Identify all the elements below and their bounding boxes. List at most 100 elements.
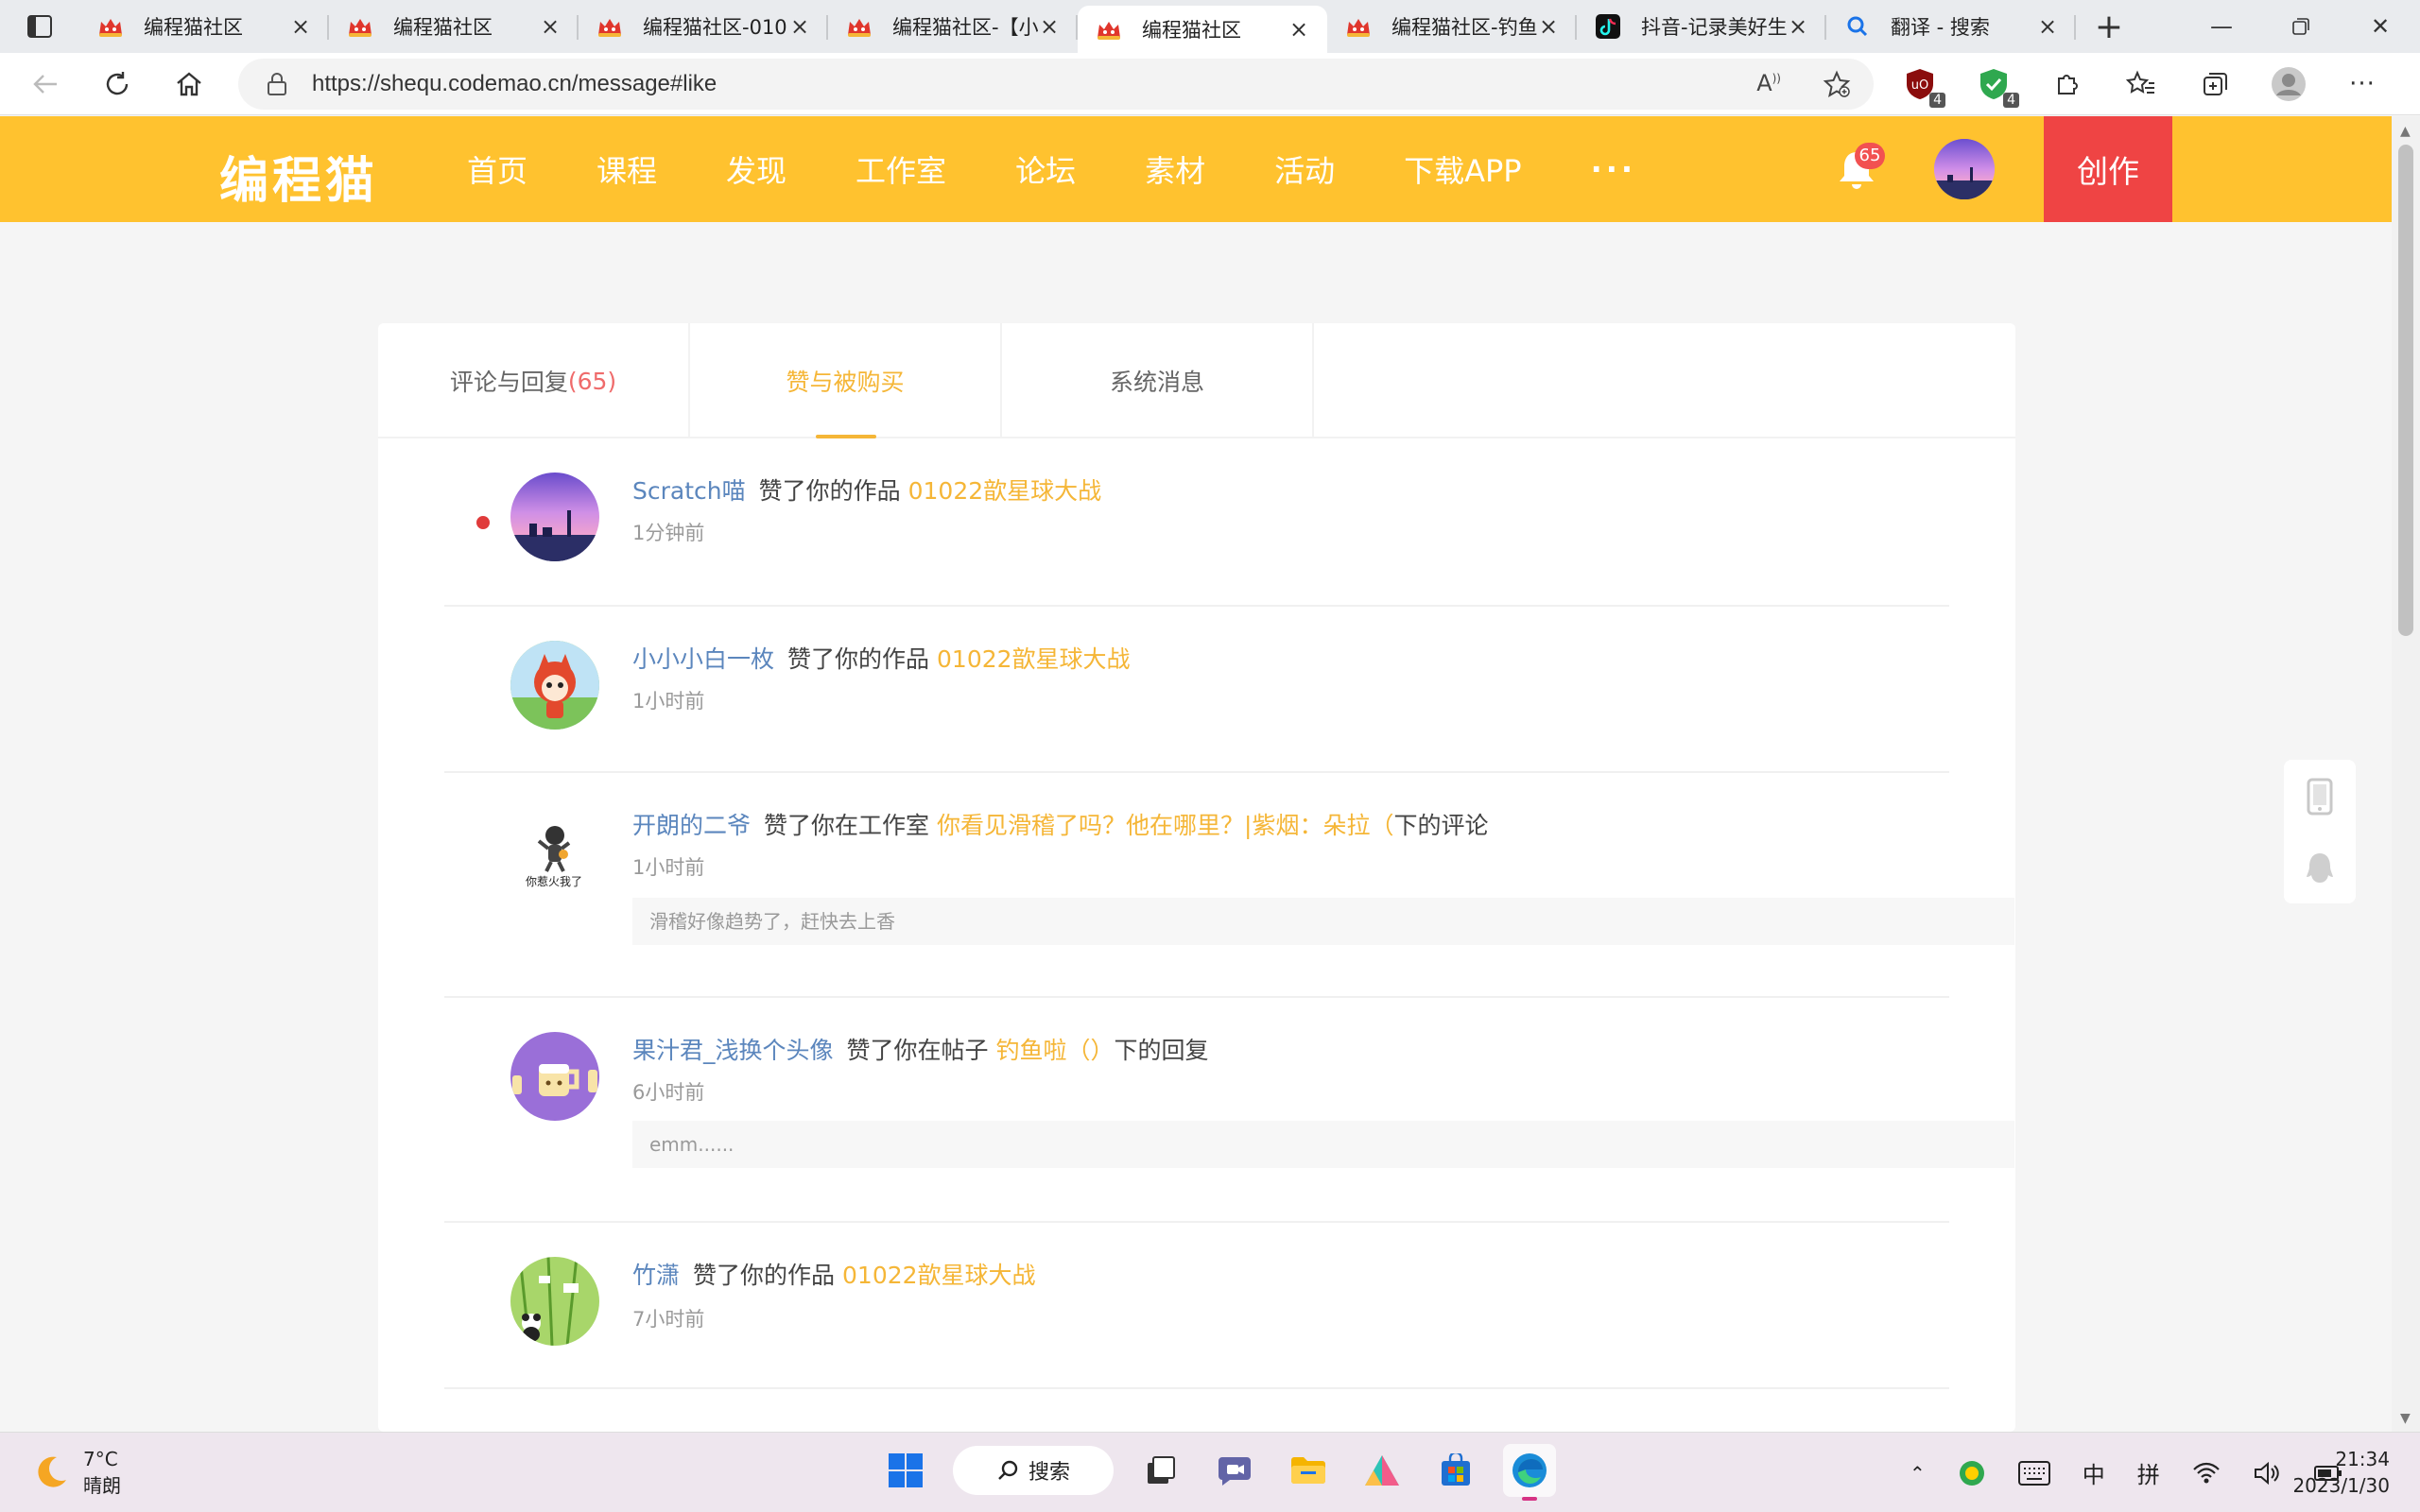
- browser-tab[interactable]: 编程猫社区-钓鱼 ×: [1327, 0, 1577, 53]
- nav-item[interactable]: 首页: [467, 147, 527, 191]
- site-header: 编程猫 首页 课程 发现 工作室 论坛 素材 活动 下载APP ··· 65 创作: [0, 116, 2392, 222]
- edge-icon: [1512, 1453, 1547, 1487]
- more-dots-icon: ···: [2349, 70, 2376, 98]
- browser-tab[interactable]: 编程猫社区 ×: [1078, 6, 1327, 53]
- qq-icon[interactable]: [2305, 851, 2335, 885]
- scrollbar-thumb[interactable]: [2398, 145, 2413, 636]
- tab-system-messages[interactable]: 系统消息: [1002, 323, 1314, 438]
- task-view-icon: [1148, 1456, 1175, 1484]
- ime-language[interactable]: 中: [2083, 1456, 2105, 1489]
- nav-item[interactable]: 活动: [1274, 147, 1335, 191]
- username-link[interactable]: 小小小白一枚: [632, 645, 774, 673]
- favorites-button[interactable]: [2121, 64, 2161, 104]
- tab-comments-replies[interactable]: 评论与回复 (65): [378, 323, 690, 438]
- browser-tab[interactable]: 翻译 - 搜索 ×: [1826, 0, 2076, 53]
- app-button[interactable]: [1356, 1444, 1409, 1497]
- close-tab-icon[interactable]: ×: [1288, 16, 1310, 43]
- message-line: Scratch喵 赞了你的作品 01022歆星球大战: [632, 472, 1101, 507]
- nav-item[interactable]: 工作室: [856, 147, 946, 191]
- collections-button[interactable]: [2195, 64, 2235, 104]
- browser-tab[interactable]: 编程猫社区-010 ×: [579, 0, 828, 53]
- username-link[interactable]: 开朗的二爷: [632, 812, 751, 839]
- tray-overflow-icon[interactable]: ⌃: [1910, 1462, 1926, 1485]
- avatar[interactable]: [510, 641, 599, 730]
- task-view-button[interactable]: [1134, 1444, 1187, 1497]
- edge-browser-button[interactable]: [1503, 1444, 1556, 1501]
- back-button[interactable]: [9, 58, 81, 111]
- minimize-button[interactable]: —: [2182, 0, 2261, 53]
- nav-item[interactable]: 素材: [1145, 147, 1205, 191]
- post-link[interactable]: 钓鱼啦（）: [996, 1037, 1115, 1064]
- avatar[interactable]: [510, 1032, 599, 1121]
- restore-button[interactable]: [2261, 0, 2341, 53]
- taskbar-search[interactable]: 搜索: [953, 1446, 1114, 1495]
- clock[interactable]: 21:34 2023/1/30: [2292, 1446, 2390, 1499]
- tray-app-icon[interactable]: [1958, 1459, 1986, 1487]
- browser-tab[interactable]: 编程猫社区-【小 ×: [828, 0, 1078, 53]
- username-link[interactable]: 竹潇: [632, 1262, 680, 1289]
- wifi-icon[interactable]: [2192, 1462, 2221, 1485]
- mobile-app-icon[interactable]: [2307, 778, 2333, 816]
- site-logo[interactable]: 编程猫: [219, 141, 378, 212]
- close-tab-icon[interactable]: ×: [2036, 13, 2059, 40]
- refresh-button[interactable]: [81, 58, 153, 111]
- close-tab-icon[interactable]: ×: [539, 13, 562, 40]
- teams-chat-button[interactable]: [1208, 1444, 1261, 1497]
- address-bar[interactable]: https://shequ.codemao.cn/message#like A)…: [238, 59, 1874, 110]
- browser-tab[interactable]: 抖音-记录美好生 ×: [1577, 0, 1826, 53]
- work-link[interactable]: 01022歆星球大战: [937, 645, 1131, 673]
- start-button[interactable]: [879, 1444, 932, 1497]
- create-button[interactable]: 创作: [2044, 116, 2172, 222]
- volume-icon[interactable]: [2253, 1461, 2281, 1486]
- read-aloud-icon[interactable]: A)): [1756, 70, 1781, 98]
- profile-button[interactable]: [2269, 64, 2308, 104]
- codemao-favicon-icon: [1098, 22, 1120, 40]
- avatar[interactable]: [510, 1257, 599, 1346]
- close-tab-icon[interactable]: ×: [1537, 13, 1560, 40]
- ublock-extension[interactable]: uO 4: [1900, 64, 1945, 108]
- keyboard-icon[interactable]: [2017, 1460, 2050, 1486]
- new-tab-button[interactable]: +: [2076, 8, 2142, 46]
- favorites-list-icon: [2126, 70, 2154, 94]
- tab-actions-button[interactable]: [0, 0, 79, 53]
- extensions-button[interactable]: [2048, 64, 2087, 104]
- search-label: 搜索: [1028, 1461, 1070, 1485]
- ime-mode[interactable]: 拼: [2137, 1456, 2160, 1489]
- avatar[interactable]: [510, 472, 599, 561]
- page-scrollbar[interactable]: ▲ ▼: [2392, 116, 2420, 1432]
- close-tab-icon[interactable]: ×: [1038, 13, 1061, 40]
- tab-likes-purchases[interactable]: 赞与被购买: [690, 323, 1002, 438]
- file-explorer-button[interactable]: [1282, 1444, 1335, 1497]
- browser-tab[interactable]: 编程猫社区 ×: [329, 0, 579, 53]
- browser-tab[interactable]: 编程猫社区 ×: [79, 0, 329, 53]
- add-favorite-icon[interactable]: [1823, 70, 1851, 98]
- home-button[interactable]: [153, 58, 225, 111]
- work-link[interactable]: 01022歆星球大战: [842, 1262, 1036, 1289]
- close-tab-icon[interactable]: ×: [1787, 13, 1809, 40]
- settings-menu-button[interactable]: ···: [2342, 64, 2382, 104]
- close-tab-icon[interactable]: ×: [788, 13, 811, 40]
- weather-widget[interactable]: 7°C 晴朗: [32, 1446, 121, 1499]
- shield-extension[interactable]: 4: [1974, 64, 2019, 108]
- comment-link[interactable]: 你看见滑稽了吗？他在哪里？|紫烟：朵拉（: [937, 812, 1393, 839]
- scroll-down-icon[interactable]: ▼: [2400, 1411, 2411, 1426]
- work-link[interactable]: 01022歆星球大战: [908, 477, 1102, 505]
- lock-icon: [268, 73, 286, 95]
- nav-item[interactable]: 下载APP: [1404, 147, 1522, 191]
- search-icon: [998, 1460, 1018, 1480]
- microsoft-store-button[interactable]: [1429, 1444, 1482, 1497]
- close-tab-icon[interactable]: ×: [289, 13, 312, 40]
- nav-more-icon[interactable]: ···: [1591, 151, 1636, 187]
- username-link[interactable]: Scratch喵: [632, 477, 746, 505]
- nav-item[interactable]: 发现: [726, 147, 786, 191]
- quoted-comment: 滑稽好像趋势了，赶快去上香: [632, 898, 2014, 945]
- nav-item[interactable]: 论坛: [1015, 147, 1076, 191]
- action-text: 赞了你的作品: [693, 1262, 836, 1289]
- avatar[interactable]: 你惹火我了: [510, 807, 599, 896]
- tab-label: 系统消息: [1109, 369, 1204, 396]
- username-link[interactable]: 果汁君_浅换个头像: [632, 1037, 834, 1064]
- user-avatar[interactable]: [1934, 139, 1995, 199]
- nav-item[interactable]: 课程: [596, 147, 657, 191]
- close-window-button[interactable]: ✕: [2341, 0, 2420, 53]
- scroll-up-icon[interactable]: ▲: [2400, 124, 2411, 139]
